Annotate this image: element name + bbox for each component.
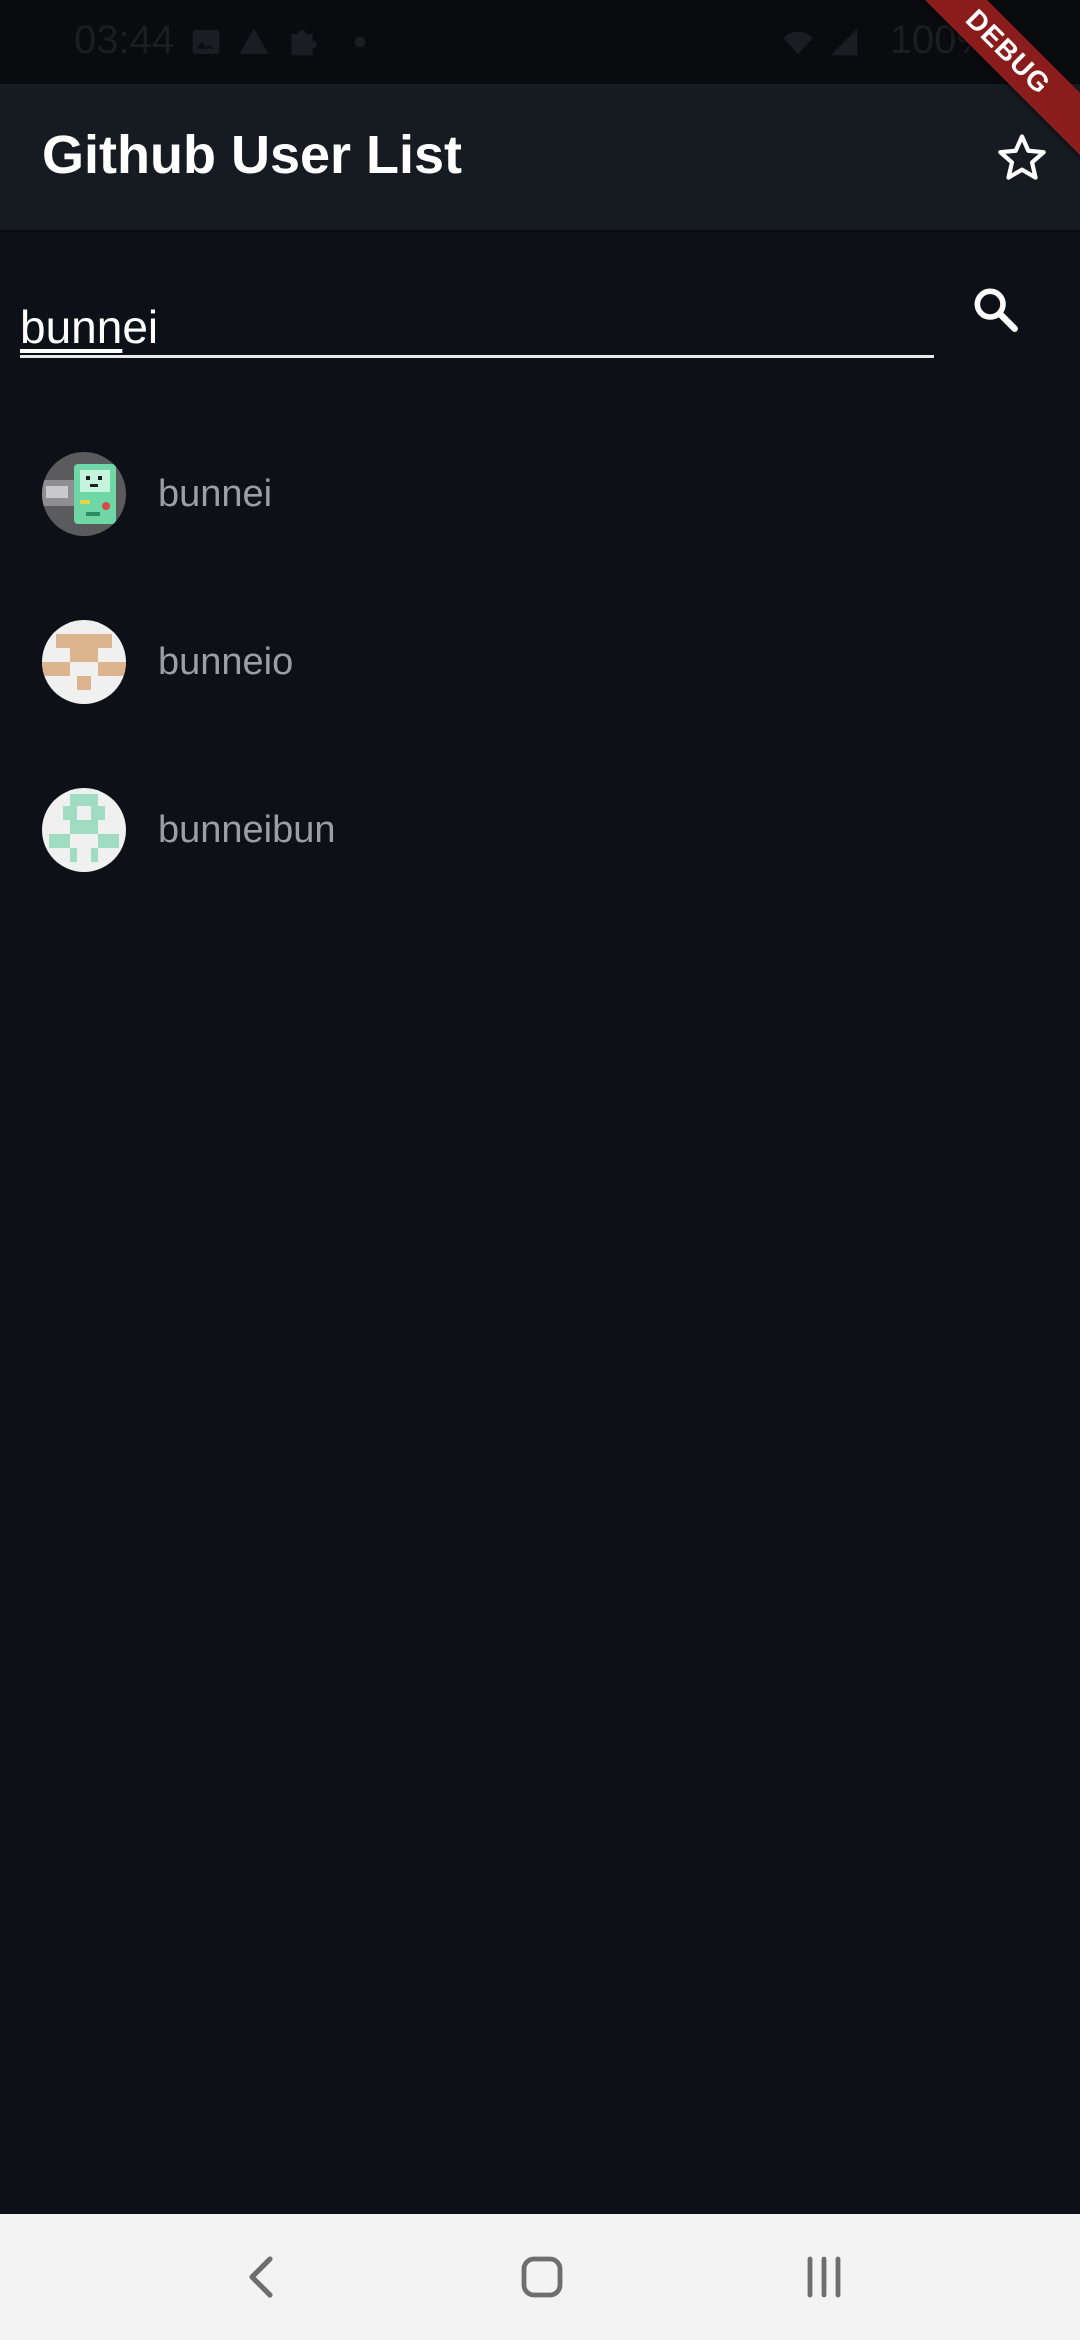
- search-area: bunnei: [0, 232, 1080, 382]
- system-nav-bar: [0, 2214, 1080, 2340]
- app-bar: Github User List: [0, 84, 1080, 232]
- avatar: [42, 788, 126, 872]
- screen: 03:44 100% Github User List DEBUG bunnei…: [0, 0, 1080, 2340]
- list-item[interactable]: bunneio: [0, 578, 1080, 746]
- user-list: bunnei bunneio bunneibun: [0, 410, 1080, 914]
- avatar: [42, 452, 126, 536]
- back-button[interactable]: [222, 2244, 302, 2310]
- status-bar: 03:44 100%: [0, 0, 1080, 84]
- search-button[interactable]: [958, 272, 1034, 348]
- identicon-mint: [42, 788, 126, 872]
- image-icon: [190, 26, 222, 58]
- back-icon: [249, 2256, 273, 2298]
- status-time: 03:44: [74, 18, 175, 62]
- star-outline-icon: [998, 134, 1046, 180]
- warning-icon: [238, 26, 270, 58]
- user-name: bunnei: [158, 472, 273, 515]
- search-input-value[interactable]: bunnei: [20, 304, 158, 350]
- recents-button[interactable]: [784, 2244, 864, 2310]
- user-name: bunneibun: [158, 808, 336, 851]
- avatar: [42, 620, 126, 704]
- list-item[interactable]: bunnei: [0, 410, 1080, 578]
- dot-icon: [344, 26, 376, 58]
- page-title: Github User List: [42, 125, 463, 185]
- list-item[interactable]: bunneibun: [0, 746, 1080, 914]
- search-icon: [974, 288, 1018, 332]
- signal-icon: [828, 26, 860, 58]
- pixel-robot-avatar: [42, 452, 126, 536]
- search-input-composing-text: bunn: [20, 301, 123, 353]
- identicon-tan: [42, 620, 126, 704]
- home-icon: [521, 2256, 563, 2298]
- user-name: bunneio: [158, 640, 294, 683]
- search-input-rest-text: ei: [122, 301, 159, 353]
- search-input[interactable]: bunnei: [20, 262, 934, 358]
- wifi-icon: [780, 26, 813, 58]
- recents-icon: [807, 2256, 841, 2298]
- puzzle-icon: [286, 26, 318, 58]
- favorites-button[interactable]: [984, 120, 1060, 196]
- home-button[interactable]: [502, 2244, 582, 2310]
